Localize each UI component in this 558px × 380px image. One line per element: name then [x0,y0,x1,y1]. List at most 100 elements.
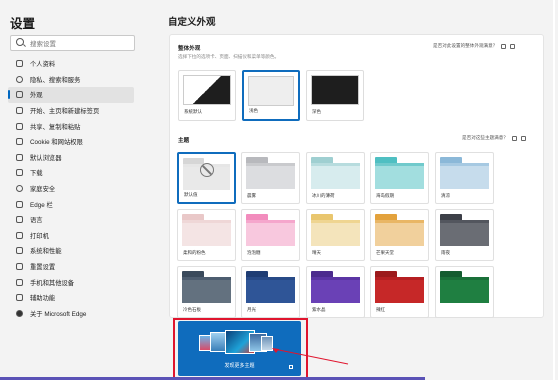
theme-tile[interactable]: 芒果天堂 [370,209,429,261]
sidebar-item[interactable]: Edge 栏 [8,196,134,212]
theme-tile[interactable]: 柔和的粉色 [177,209,236,261]
theme-label: 泡泡糖 [247,250,261,255]
theme-body-shape [246,223,295,246]
phone-icon [16,278,23,286]
theme-label: 月光 [247,307,256,312]
theme-body-shape [440,280,489,303]
sidebar-item-label: 手机和其他设备 [30,279,75,287]
accessibility-icon [16,294,23,302]
theme-label: 芒果天堂 [376,250,394,255]
search-icon [16,38,24,46]
appearance-feedback-text: 是否对此设置的整体外观满意？ [433,43,498,48]
theme-tile[interactable]: 月光 [241,266,300,318]
theme-tile[interactable]: 冷色石板 [177,266,236,318]
sidebar-item[interactable]: 关于 Microsoft Edge [8,306,134,322]
theme-label: 海岛假期 [376,193,394,198]
theme-preview [246,271,295,303]
language-icon [16,216,23,224]
sidebar-item[interactable]: 手机和其他设备 [8,274,134,290]
theme-tile[interactable]: 雨夜 [435,209,494,261]
printer-icon [16,231,23,239]
theme-body-shape [375,166,424,189]
thumbs-up-icon[interactable] [511,135,517,141]
theme-body-shape [311,223,360,246]
profile-icon [16,60,23,68]
theme-tile[interactable]: 紫水晶 [306,266,365,318]
theme-body-shape [375,223,424,246]
theme-tile[interactable]: 冰川的薄荷 [306,152,365,204]
theme-label: 雨夜 [441,250,450,255]
sidebar-item[interactable]: 外观 [8,87,134,103]
sidebar-item-label: 下载 [30,170,43,178]
theme-tile[interactable] [435,266,494,318]
theme-tile[interactable]: 清凉 [435,152,494,204]
theme-body-shape [311,280,360,303]
sidebar-item[interactable]: 打印机 [8,228,134,244]
appearance-icon [16,91,23,99]
themes-feedback: 是否对这些主题满意？ [462,135,526,141]
appearance-dark[interactable]: 深色 [306,70,364,121]
sidebar-item[interactable]: 下载 [8,165,134,181]
theme-body-shape [440,166,489,189]
appearance-system-default[interactable]: 系统默认 [178,70,236,121]
theme-preview [440,214,489,246]
sidebar-item-label: 共享、复制和粘贴 [30,123,81,131]
sidebar-item-label: Edge 栏 [30,201,53,209]
thumbs-down-icon[interactable] [510,43,516,49]
sidebar-item-label: 家庭安全 [30,186,56,194]
themes-feedback-text: 是否对这些主题满意？ [462,135,508,140]
no-theme-icon [200,163,214,177]
theme-label: 紫水晶 [312,307,326,312]
theme-preview [246,214,295,246]
sidebar-item-label: 语言 [30,217,43,225]
appearance-option-label: 浅色 [249,108,258,113]
theme-body-shape [182,223,231,246]
browser-icon [16,153,23,161]
theme-body-shape [311,166,360,189]
page-title: 自定义外观 [168,17,216,28]
sidebar-item[interactable]: 开始、主页和新建标签页 [8,103,134,119]
theme-label: 辣红 [376,307,385,312]
window-edge [553,0,555,380]
sidebar-item[interactable]: 默认浏览器 [8,150,134,166]
theme-tile[interactable]: 默认值 [177,152,236,204]
sidebar-item[interactable]: 家庭安全 [8,181,134,197]
sidebar-item-label: 关于 Microsoft Edge [30,310,87,318]
search-placeholder: 搜索设置 [30,40,56,48]
appearance-light[interactable]: 浅色 [242,70,300,121]
sidebar-item[interactable]: 共享、复制和粘贴 [8,118,134,134]
thumbs-down-icon[interactable] [520,135,526,141]
sidebar-item[interactable]: 系统和性能 [8,243,134,259]
sidebar-item[interactable]: 重置设置 [8,259,134,275]
cookie-icon [16,138,23,146]
theme-body-shape [182,280,231,303]
theme-tile[interactable]: 晨雾 [241,152,300,204]
theme-body-shape [246,166,295,189]
theme-body-shape [440,223,489,246]
home-icon [16,107,23,115]
theme-tile[interactable]: 辣红 [370,266,429,318]
thumbs-up-icon[interactable] [501,43,507,49]
sidebar-item[interactable]: 辅助功能 [8,290,134,306]
sidebar-item-label: 隐私、搜索和服务 [30,76,81,84]
theme-preview [246,157,295,189]
sidebar-item[interactable]: 语言 [8,212,134,228]
system-default-preview [183,75,231,105]
theme-tile[interactable]: 晴天 [306,209,365,261]
sidebar-item[interactable]: 个人资料 [8,56,134,72]
edge-bar-icon [16,200,23,208]
theme-tile[interactable]: 海岛假期 [370,152,429,204]
theme-preview [375,271,424,303]
edge-logo-icon [16,309,23,317]
theme-tile[interactable]: 泡泡糖 [241,209,300,261]
sidebar-item[interactable]: Cookie 和网站权限 [8,134,134,150]
sidebar-item-label: 个人资料 [30,61,56,69]
download-icon [16,169,23,177]
search-input[interactable]: 搜索设置 [10,35,135,51]
reset-icon [16,263,23,271]
lock-icon [16,75,23,83]
sidebar-item-label: 开始、主页和新建标签页 [30,108,100,116]
theme-label: 晨雾 [247,193,256,198]
sidebar-item[interactable]: 隐私、搜索和服务 [8,72,134,88]
appearance-option-label: 深色 [312,109,321,114]
